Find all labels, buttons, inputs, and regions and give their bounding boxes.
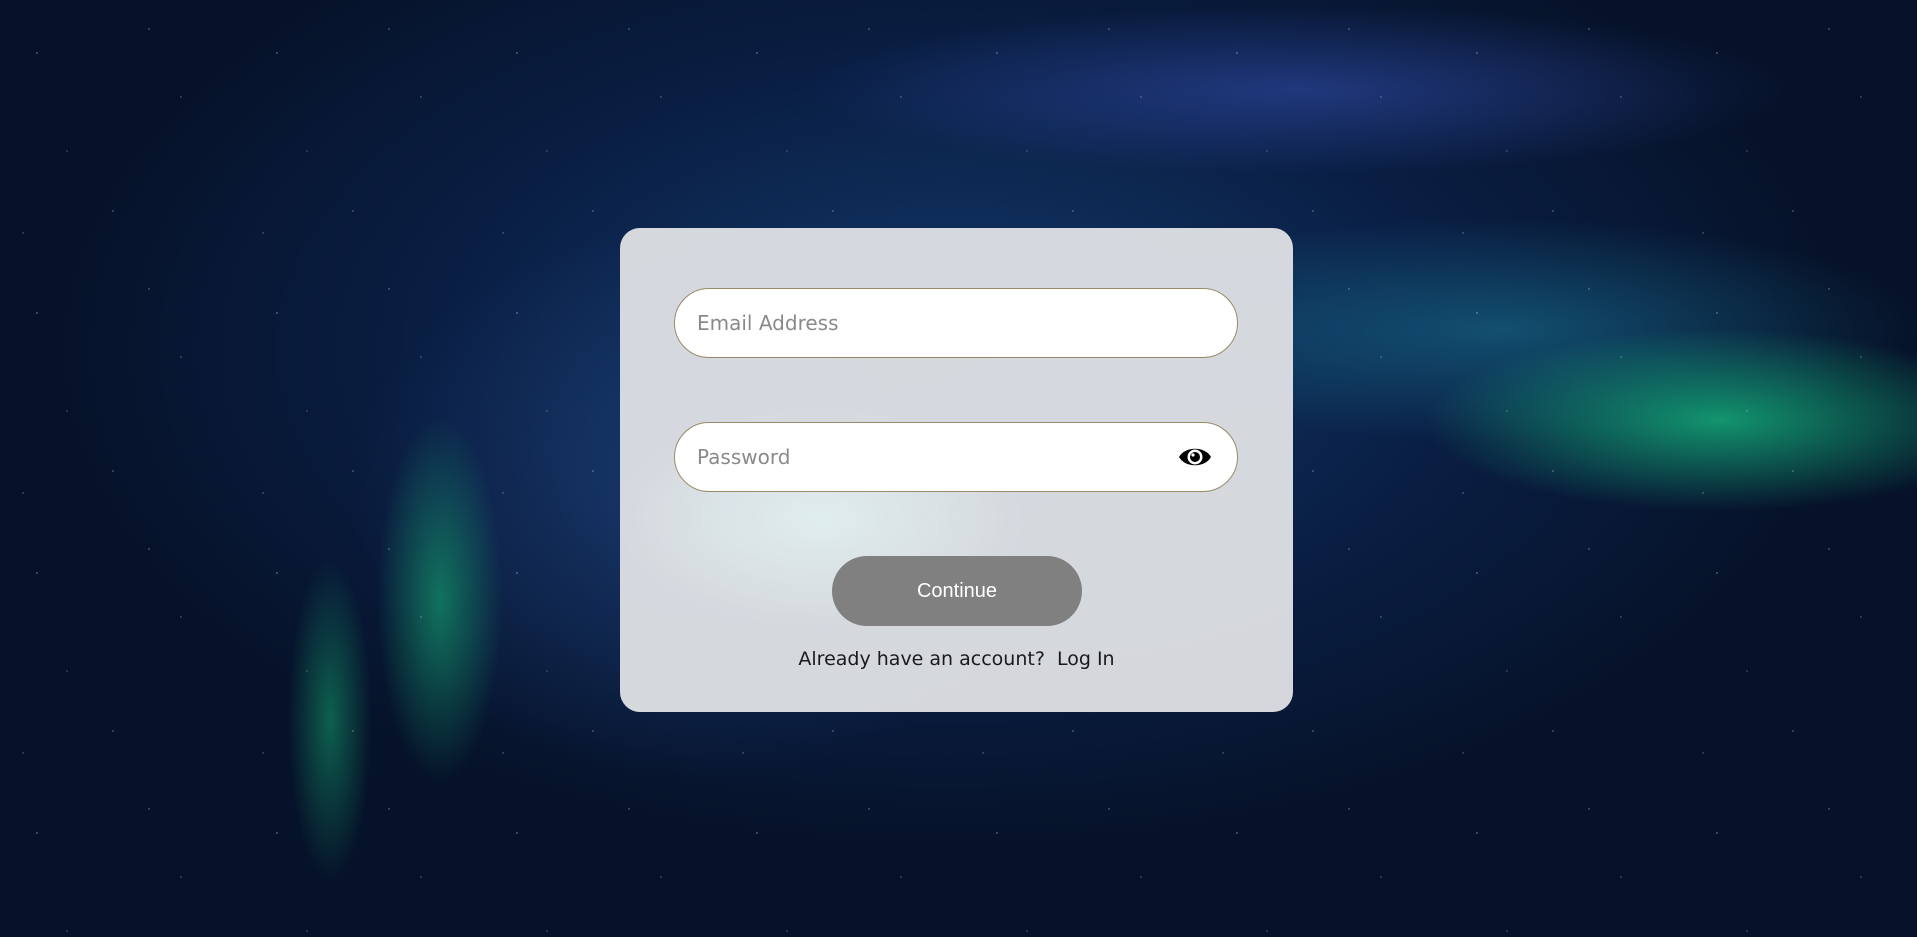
- email-field-container: [674, 288, 1238, 358]
- login-link[interactable]: Log In: [1057, 648, 1115, 670]
- signup-card: Continue Already have an account? Log In: [620, 228, 1293, 712]
- email-field[interactable]: [697, 289, 1157, 357]
- continue-button[interactable]: Continue: [832, 556, 1082, 626]
- eye-icon[interactable]: [1177, 443, 1213, 471]
- password-field-container: [674, 422, 1238, 492]
- password-field[interactable]: [697, 423, 1157, 491]
- login-prompt: Already have an account? Log In: [620, 648, 1293, 670]
- login-prompt-text: Already have an account?: [798, 648, 1045, 670]
